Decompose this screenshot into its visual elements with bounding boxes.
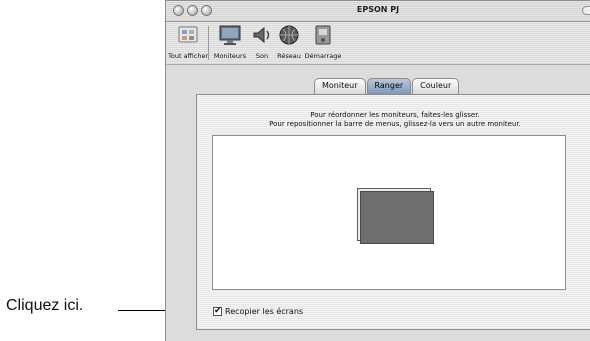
- toolbar-separator: [208, 26, 209, 60]
- startup-disk-icon: [315, 25, 331, 45]
- displays-icon: [219, 25, 241, 45]
- tab-couleur[interactable]: Couleur: [412, 78, 460, 94]
- instructions: Pour réordonner les moniteurs, faites-le…: [197, 111, 590, 129]
- toolbar-toggle-button[interactable]: [582, 6, 590, 15]
- show-all-icon: [178, 26, 198, 43]
- tab-ranger[interactable]: Ranger: [366, 78, 412, 94]
- display-thumbnail-main[interactable]: [360, 191, 434, 244]
- arrange-panel: Pour réordonner les moniteurs, faites-le…: [196, 94, 590, 330]
- mirror-displays-label[interactable]: Recopier les écrans: [225, 307, 303, 316]
- toolbar-network[interactable]: Réseau: [275, 24, 303, 60]
- sound-icon: [253, 26, 270, 44]
- mirror-displays-row[interactable]: ✔ Recopier les écrans: [213, 307, 303, 316]
- window-title: EPSON PJ: [356, 5, 400, 14]
- toolbar-sound[interactable]: Son: [249, 24, 275, 60]
- instruction-line-1: Pour réordonner les moniteurs, faites-le…: [310, 111, 480, 119]
- toolbar-displays[interactable]: Moniteurs: [213, 24, 247, 60]
- toolbar-displays-label: Moniteurs: [213, 52, 247, 60]
- toolbar-show-all-label: Tout afficher: [168, 52, 209, 60]
- mirror-displays-checkbox[interactable]: ✔: [213, 307, 222, 316]
- tab-moniteur[interactable]: Moniteur: [314, 78, 366, 94]
- callout-label: Cliquez ici.: [6, 297, 84, 314]
- toolbar-network-label: Réseau: [277, 52, 301, 60]
- toolbar: Tout afficher Moniteurs Son Réseau Démar…: [166, 22, 590, 65]
- tab-bar: Moniteur Ranger Couleur: [314, 78, 460, 94]
- toolbar-startup-disk[interactable]: Démarrage: [303, 24, 343, 60]
- network-icon: [279, 25, 299, 45]
- preferences-window: EPSON PJ Tout afficher Moniteurs Son Rés…: [165, 0, 590, 341]
- instruction-line-2: Pour repositionner la barre de menus, gl…: [269, 120, 521, 128]
- title-bar[interactable]: EPSON PJ: [166, 1, 590, 22]
- display-arrangement-area[interactable]: [212, 135, 566, 290]
- toolbar-sound-label: Son: [255, 52, 269, 60]
- toolbar-show-all[interactable]: Tout afficher: [168, 24, 208, 60]
- toolbar-startup-disk-label: Démarrage: [304, 52, 342, 60]
